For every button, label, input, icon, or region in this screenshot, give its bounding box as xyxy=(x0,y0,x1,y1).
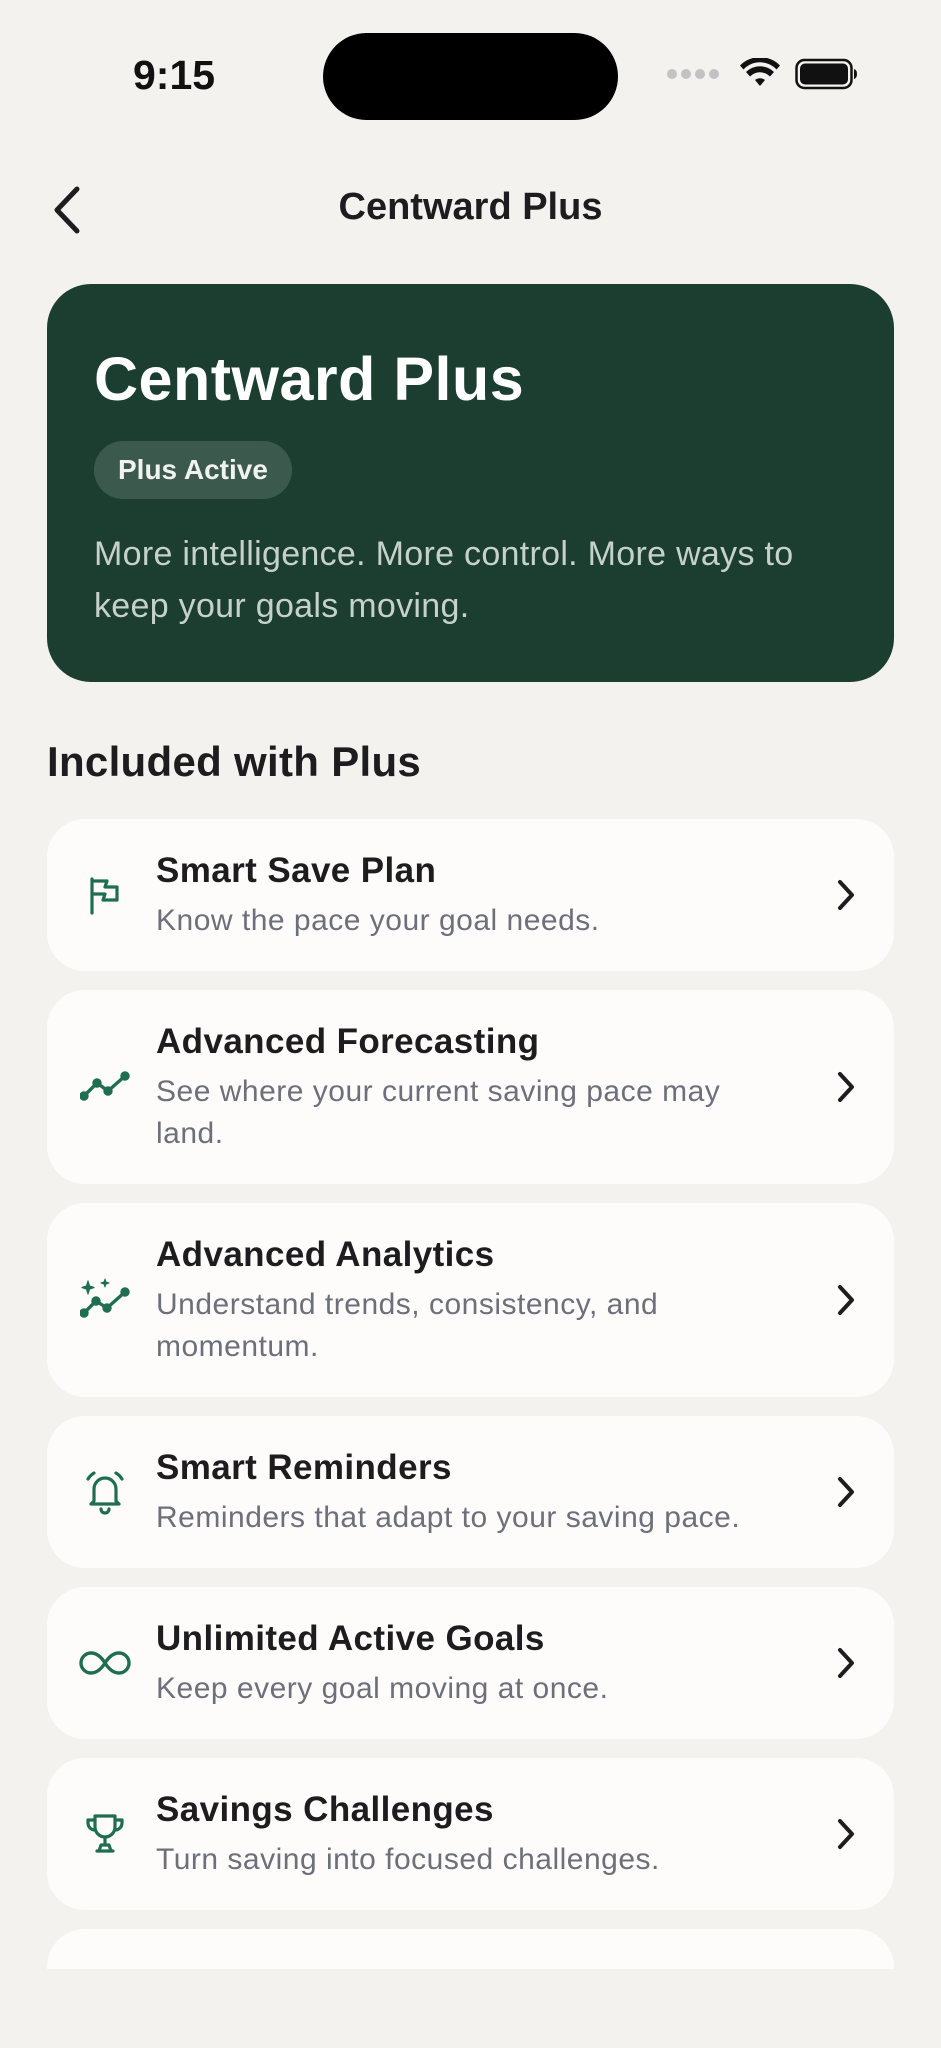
feature-title: Advanced Analytics xyxy=(156,1235,495,1274)
trophy-icon xyxy=(77,1806,133,1862)
plus-hero-card: Centward Plus Plus Active More intellige… xyxy=(47,284,894,682)
feature-row-advanced-analytics[interactable]: Advanced Analytics Understand trends, co… xyxy=(47,1203,894,1397)
chevron-right-icon xyxy=(826,1067,866,1107)
feature-description: Know the pace your goal needs. xyxy=(156,904,600,937)
feature-row-savings-challenges[interactable]: Savings Challenges Turn saving into focu… xyxy=(47,1758,894,1910)
screen: 9:15 Centward Plus Centward Plus Plus Ac… xyxy=(0,0,941,2048)
feature-row-smart-save-plan[interactable]: Smart Save Plan Know the pace your goal … xyxy=(47,819,894,971)
nav-title: Centward Plus xyxy=(338,186,603,228)
feature-row-partial[interactable] xyxy=(47,1929,894,1969)
status-badge: Plus Active xyxy=(94,441,292,499)
chevron-right-icon xyxy=(826,1280,866,1320)
chevron-right-icon xyxy=(826,1472,866,1512)
section-title: Included with Plus xyxy=(47,738,422,785)
status-indicators xyxy=(667,58,859,90)
chevron-right-icon xyxy=(826,875,866,915)
wifi-icon xyxy=(740,58,780,86)
bell-icon xyxy=(77,1464,133,1520)
feature-description: Reminders that adapt to your saving pace… xyxy=(156,1501,741,1534)
feature-title: Unlimited Active Goals xyxy=(156,1619,545,1658)
hero-description: More intelligence. More control. More wa… xyxy=(94,535,794,625)
feature-description: See where your current saving pace may l… xyxy=(156,1075,721,1150)
feature-title: Advanced Forecasting xyxy=(156,1022,540,1061)
feature-description: Keep every goal moving at once. xyxy=(156,1672,609,1705)
dynamic-island xyxy=(323,33,618,120)
chevron-right-icon xyxy=(826,1814,866,1854)
feature-row-unlimited-active-goals[interactable]: Unlimited Active Goals Keep every goal m… xyxy=(47,1587,894,1739)
chevron-right-icon xyxy=(826,1643,866,1683)
sparkle-trend-icon xyxy=(77,1271,133,1327)
feature-description: Understand trends, consistency, and mome… xyxy=(156,1288,659,1363)
feature-title: Smart Reminders xyxy=(156,1448,452,1487)
trend-line-icon xyxy=(77,1058,133,1114)
feature-row-smart-reminders[interactable]: Smart Reminders Reminders that adapt to … xyxy=(47,1416,894,1568)
flag-icon xyxy=(77,867,133,923)
infinity-icon xyxy=(77,1635,133,1691)
feature-row-advanced-forecasting[interactable]: Advanced Forecasting See where your curr… xyxy=(47,990,894,1184)
feature-description: Turn saving into focused challenges. xyxy=(156,1843,660,1876)
battery-icon xyxy=(795,58,857,90)
status-time: 9:15 xyxy=(133,52,216,98)
hero-title: Centward Plus xyxy=(94,345,525,413)
feature-title: Smart Save Plan xyxy=(156,851,437,890)
feature-title: Savings Challenges xyxy=(156,1790,494,1829)
cellular-signal-icon xyxy=(667,69,719,79)
